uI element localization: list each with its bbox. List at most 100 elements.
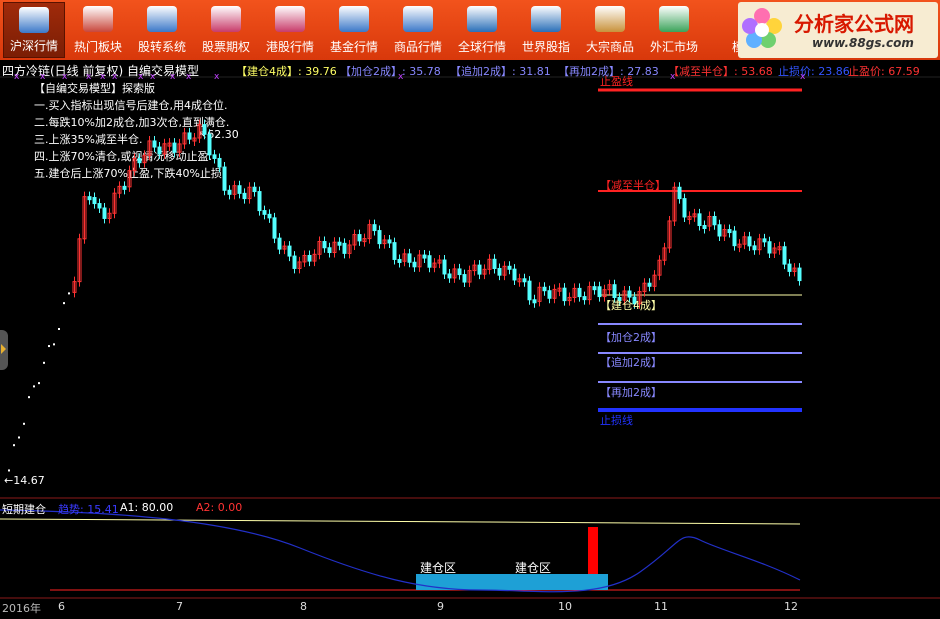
candle: [227, 189, 232, 195]
price-dot: [13, 444, 15, 447]
candle: [257, 191, 262, 212]
candle: [242, 192, 247, 200]
a1-line: [0, 518, 801, 525]
candle: [277, 237, 282, 250]
candle: [122, 185, 127, 190]
candle: [387, 239, 392, 244]
candle: [797, 267, 802, 282]
candle: [447, 273, 452, 279]
candle: [212, 154, 217, 159]
candle: [217, 157, 222, 168]
signal-marker: x: [214, 72, 220, 82]
price-dot: [68, 292, 70, 295]
signal-marker: x: [138, 72, 144, 82]
candle: [202, 124, 207, 135]
candle: [337, 241, 342, 246]
signal-marker: x: [86, 72, 92, 82]
level-label-6: 止损线: [600, 414, 633, 427]
candle: [597, 286, 602, 298]
candle: [442, 259, 447, 275]
candle: [187, 132, 192, 140]
candle: [237, 185, 242, 194]
candle: [702, 225, 707, 230]
month-tick-5: 11: [654, 600, 668, 613]
candle: [102, 207, 107, 219]
price-dot: [63, 302, 65, 305]
a2-value: A2: 0.00: [196, 501, 243, 514]
candle: [152, 140, 157, 148]
trend-curve: [0, 509, 801, 593]
candle: [762, 238, 767, 243]
candle: [732, 230, 737, 247]
candle: [512, 268, 517, 281]
candle: [547, 290, 552, 299]
candle: [492, 258, 497, 269]
candle: [92, 197, 97, 205]
side-collapse-handle[interactable]: [0, 330, 8, 370]
candle: [427, 255, 432, 268]
candle: [87, 196, 92, 201]
month-tick-2: 8: [300, 600, 307, 613]
signal-marker: x: [398, 72, 404, 82]
expand-arrow-icon: [1, 344, 6, 354]
candle: [292, 255, 297, 269]
candle: [287, 245, 292, 257]
candle: [697, 213, 702, 227]
candle: [507, 265, 512, 270]
candle: [397, 258, 402, 263]
candle: [267, 213, 272, 219]
signal-marker: x: [14, 72, 20, 82]
signal-marker: x: [150, 72, 156, 82]
candle: [712, 216, 717, 226]
candle: [207, 133, 212, 156]
candle: [272, 217, 277, 239]
candle: [532, 299, 537, 304]
candle: [592, 286, 597, 291]
candle: [97, 203, 102, 209]
price-dot: [48, 345, 50, 348]
price-dot: [28, 396, 30, 399]
candle: [422, 254, 427, 259]
candle: [307, 254, 312, 262]
axis-year: 2016年: [2, 602, 41, 615]
level-label-3: 【加仓2成】: [600, 331, 662, 344]
price-dot: [23, 422, 25, 425]
signal-marker: x: [40, 72, 46, 82]
candle: [527, 280, 532, 301]
candle: [357, 234, 362, 242]
candle: [322, 241, 327, 249]
candle: [262, 210, 267, 215]
candle: [252, 186, 257, 193]
candle: [577, 287, 582, 298]
candle: [342, 242, 347, 254]
price-dot: [38, 382, 40, 385]
candle: [137, 158, 142, 164]
price-dot: [53, 343, 55, 346]
candle: [647, 282, 652, 287]
signal-marker: x: [62, 72, 68, 82]
month-tick-4: 10: [558, 600, 572, 613]
month-tick-3: 9: [437, 600, 444, 613]
signal-marker: x: [670, 72, 676, 82]
trend-value: 趋势: 15.41: [58, 503, 119, 516]
candle: [412, 261, 417, 268]
month-tick-6: 12: [784, 600, 798, 613]
signal-marker: x: [170, 72, 176, 82]
candle: [682, 198, 687, 218]
signal-marker: x: [112, 72, 118, 82]
candle: [752, 245, 757, 251]
price-dot: [18, 436, 20, 439]
candle: [727, 229, 732, 234]
level-label-0: 止盈线: [600, 75, 633, 88]
candle: [562, 287, 567, 302]
candle: [392, 242, 397, 260]
level-label-5: 【再加2成】: [600, 386, 662, 399]
candle: [542, 286, 547, 292]
price-chart[interactable]: xxxxxxxxxxxxxx: [0, 0, 940, 619]
month-tick-0: 6: [58, 600, 65, 613]
zone-label-2: 建仓区: [515, 561, 552, 575]
candle: [372, 224, 377, 232]
price-dot: [43, 361, 45, 364]
candle: [522, 278, 527, 283]
candle: [377, 230, 382, 245]
